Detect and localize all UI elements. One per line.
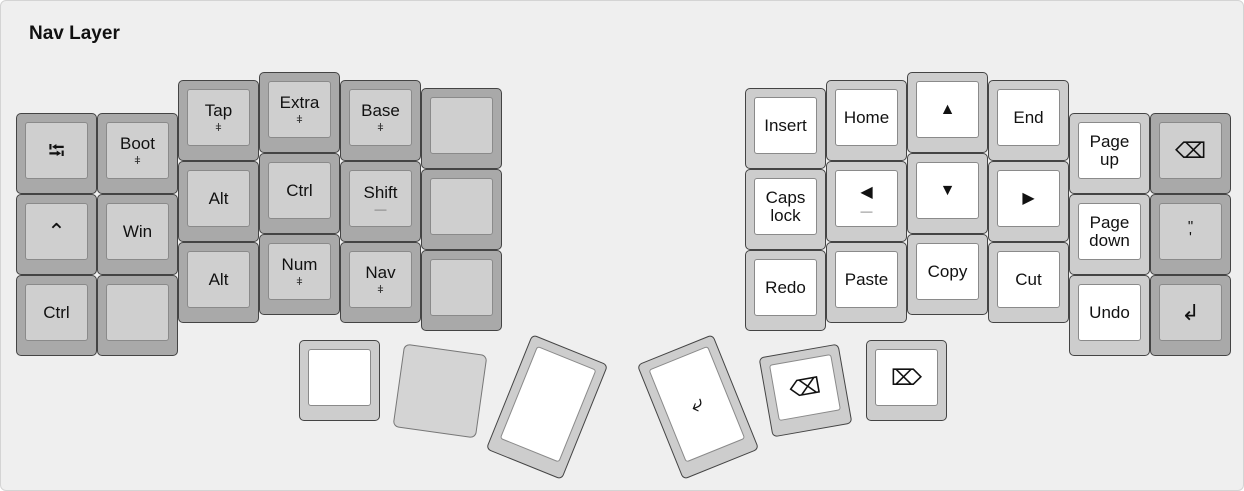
arrow-left-icon: ◀ <box>860 184 873 201</box>
caret-up-icon: ⌃ <box>47 218 66 244</box>
key-ctrl[interactable]: Ctrl <box>259 153 340 234</box>
key-num[interactable]: Num ǂ <box>259 234 340 315</box>
key-empty[interactable] <box>421 88 502 169</box>
arrow-right-icon: ▶ <box>1022 189 1035 207</box>
key-label: Ctrl <box>43 302 70 322</box>
delete-icon: ⌦ <box>890 364 923 390</box>
thumb-left-1[interactable] <box>299 340 380 421</box>
key-label: Alt <box>208 269 229 289</box>
key-label: Num <box>281 254 318 274</box>
arrow-down-icon: ▼ <box>939 181 956 199</box>
thumb-left-2[interactable] <box>392 343 488 439</box>
key-copy[interactable]: Copy <box>907 234 988 315</box>
layer-title: Nav Layer <box>29 23 120 44</box>
key-up-arrow[interactable]: ▲ <box>907 72 988 153</box>
thumb-right-2[interactable]: ⌫ <box>758 343 853 438</box>
key-empty[interactable] <box>97 275 178 356</box>
key-shift[interactable]: Shift — <box>340 161 421 242</box>
key-label: Boot <box>120 133 155 153</box>
key-left-arrow[interactable]: ◀ — <box>826 161 907 242</box>
key-label: Alt <box>208 188 229 208</box>
key-nav[interactable]: Nav ǂ <box>340 242 421 323</box>
key-tap[interactable]: Tap ǂ <box>178 80 259 161</box>
key-paste[interactable]: Paste <box>826 242 907 323</box>
key-redo[interactable]: Redo <box>745 250 826 331</box>
key-label: Page down <box>1089 212 1130 250</box>
backspace-icon: ⌫ <box>1174 137 1207 163</box>
key-label: Copy <box>927 261 968 281</box>
hold-marker: ǂ <box>296 113 303 126</box>
key-cut[interactable]: Cut <box>988 242 1069 323</box>
key-win[interactable]: Win <box>97 194 178 275</box>
hold-marker: ǂ <box>134 154 141 167</box>
key-label: " ' <box>1187 217 1194 246</box>
tab-icon: ⭾ <box>48 137 65 163</box>
key-label: Nav <box>365 262 396 282</box>
key-label: Insert <box>764 115 807 135</box>
key-label: Ctrl <box>286 180 313 200</box>
key-label: End <box>1013 107 1044 127</box>
keyboard-panel: Nav Layer ⭾ ⌃ Ctrl Boot ǂ Win Tap ǂ Alt … <box>0 0 1244 491</box>
key-base[interactable]: Base ǂ <box>340 80 421 161</box>
key-label: Page up <box>1089 131 1130 169</box>
enter-icon: ↲ <box>1181 299 1200 325</box>
key-extra[interactable]: Extra ǂ <box>259 72 340 153</box>
key-page-down[interactable]: Page down <box>1069 194 1150 275</box>
key-empty[interactable] <box>421 169 502 250</box>
key-end[interactable]: End <box>988 80 1069 161</box>
key-backspace[interactable]: ⌫ <box>1150 113 1231 194</box>
key-label: Shift <box>363 183 398 202</box>
key-alt[interactable]: Alt <box>178 161 259 242</box>
underline-marker: — <box>860 204 873 218</box>
key-label: Caps lock <box>765 187 806 225</box>
key-quote[interactable]: " ' <box>1150 194 1231 275</box>
key-label: Base <box>361 100 400 120</box>
hold-marker: ǂ <box>296 275 303 288</box>
key-down-arrow[interactable]: ▼ <box>907 153 988 234</box>
key-label: Tap <box>204 100 233 120</box>
enter-icon: ⤶ <box>686 389 708 418</box>
arrow-up-icon: ▲ <box>939 100 956 118</box>
thumb-left-3[interactable] <box>485 334 609 480</box>
key-up-caret[interactable]: ⌃ <box>16 194 97 275</box>
key-page-up[interactable]: Page up <box>1069 113 1150 194</box>
hold-marker: ǂ <box>377 283 384 296</box>
key-undo[interactable]: Undo <box>1069 275 1150 356</box>
backspace-icon: ⌫ <box>787 372 823 403</box>
key-caps-lock[interactable]: Caps lock <box>745 169 826 250</box>
thumb-right-3[interactable]: ⌦ <box>866 340 947 421</box>
key-label: Paste <box>844 269 889 289</box>
key-label: Undo <box>1089 302 1130 322</box>
hold-marker: ǂ <box>377 121 384 134</box>
key-label: Cut <box>1015 269 1042 289</box>
key-label: Win <box>122 221 153 241</box>
key-right-arrow[interactable]: ▶ <box>988 161 1069 242</box>
key-tab[interactable]: ⭾ <box>16 113 97 194</box>
key-home[interactable]: Home <box>826 80 907 161</box>
key-label: Home <box>843 107 890 127</box>
key-alt-2[interactable]: Alt <box>178 242 259 323</box>
key-label: Redo <box>765 277 806 297</box>
key-boot[interactable]: Boot ǂ <box>97 113 178 194</box>
thumb-right-1[interactable]: ⤶ <box>636 334 760 480</box>
key-insert[interactable]: Insert <box>745 88 826 169</box>
key-ctrl-left[interactable]: Ctrl <box>16 275 97 356</box>
hold-marker: ǂ <box>215 121 222 134</box>
key-empty[interactable] <box>421 250 502 331</box>
key-enter[interactable]: ↲ <box>1150 275 1231 356</box>
key-label: Extra <box>279 92 320 112</box>
underline-marker: — <box>374 202 387 216</box>
